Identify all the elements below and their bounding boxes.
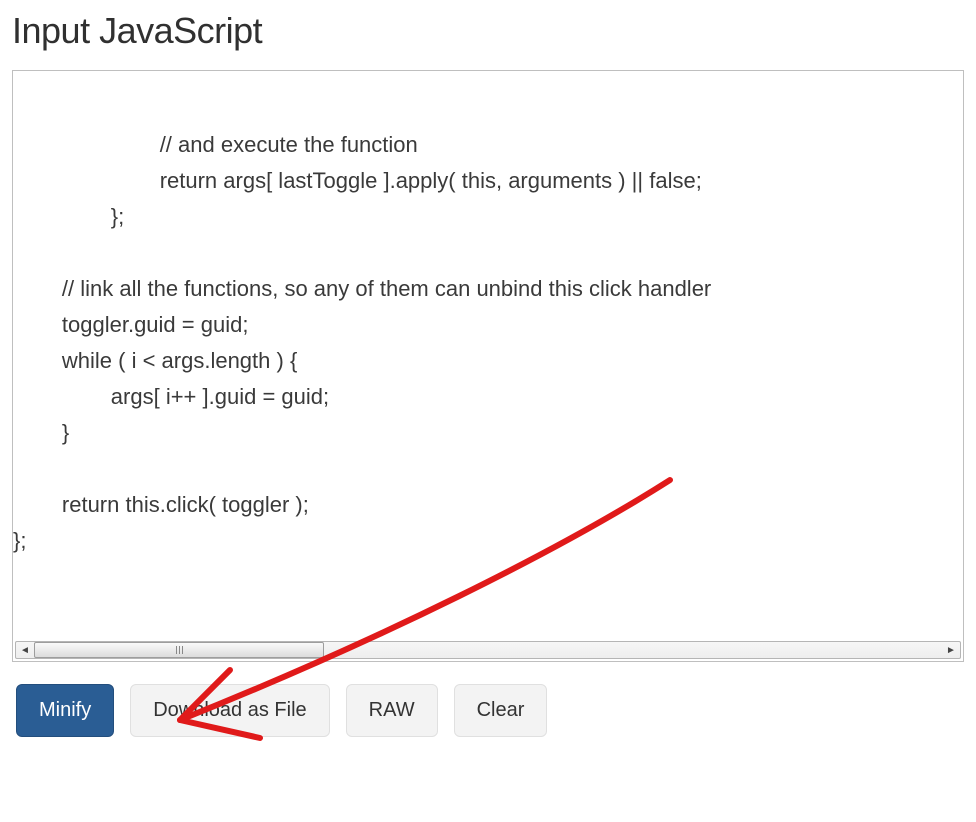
raw-button[interactable]: RAW	[346, 684, 438, 737]
button-row: Minify Download as File RAW Clear	[12, 684, 964, 737]
scroll-right-arrow-icon[interactable]: ►	[942, 642, 960, 658]
horizontal-scrollbar[interactable]: ◄ ►	[15, 641, 961, 659]
scroll-track[interactable]	[34, 642, 942, 658]
code-content[interactable]: // and execute the function return args[…	[13, 71, 711, 559]
minify-button[interactable]: Minify	[16, 684, 114, 737]
clear-button[interactable]: Clear	[454, 684, 548, 737]
scroll-grip-icon	[176, 646, 183, 654]
scroll-left-arrow-icon[interactable]: ◄	[16, 642, 34, 658]
input-heading: Input JavaScript	[12, 10, 964, 52]
code-editor-box[interactable]: // and execute the function return args[…	[12, 70, 964, 662]
download-as-file-button[interactable]: Download as File	[130, 684, 329, 737]
scroll-thumb[interactable]	[34, 642, 324, 658]
